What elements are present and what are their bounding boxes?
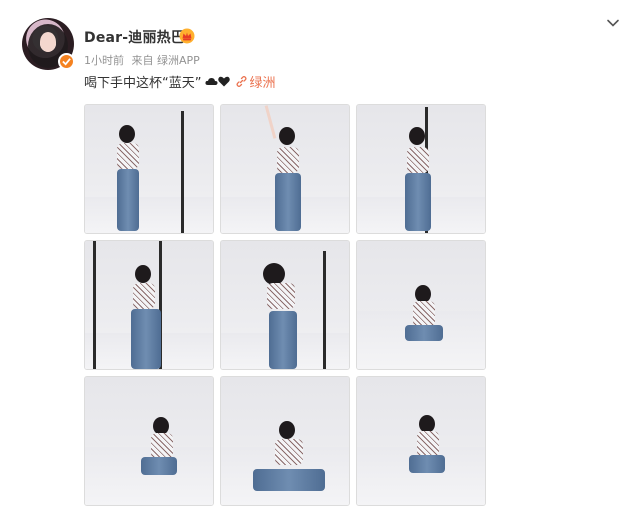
oasis-link[interactable]: 绿洲	[236, 72, 276, 91]
weibo-post: Dear-迪丽热巴 1小时前 来自 绿洲APP 喝下手中这杯“蓝天” 绿洲	[0, 0, 643, 516]
username[interactable]: Dear-迪丽热巴	[84, 27, 185, 47]
verified-badge-icon	[58, 53, 75, 70]
heart-icon	[218, 76, 231, 87]
photo-6[interactable]	[356, 240, 486, 370]
chevron-down-icon[interactable]	[606, 16, 620, 30]
photo-4[interactable]	[84, 240, 214, 370]
photo-grid	[84, 104, 488, 508]
post-time[interactable]: 1小时前	[84, 54, 124, 67]
post-text: 喝下手中这杯“蓝天” 绿洲	[84, 72, 276, 91]
photo-5[interactable]	[220, 240, 350, 370]
post-text-body: 喝下手中这杯“蓝天”	[84, 76, 202, 91]
post-source[interactable]: 来自 绿洲APP	[132, 54, 200, 67]
photo-1[interactable]	[84, 104, 214, 234]
link-icon	[236, 76, 248, 87]
photo-7[interactable]	[84, 376, 214, 506]
post-meta: 1小时前 来自 绿洲APP	[84, 52, 204, 68]
cloud-icon	[205, 78, 219, 85]
vip-crown-icon[interactable]	[179, 28, 195, 44]
photo-9[interactable]	[356, 376, 486, 506]
photo-2[interactable]	[220, 104, 350, 234]
photo-8[interactable]	[220, 376, 350, 506]
photo-3[interactable]	[356, 104, 486, 234]
oasis-link-label: 绿洲	[249, 76, 276, 91]
emoji-group	[205, 76, 231, 87]
